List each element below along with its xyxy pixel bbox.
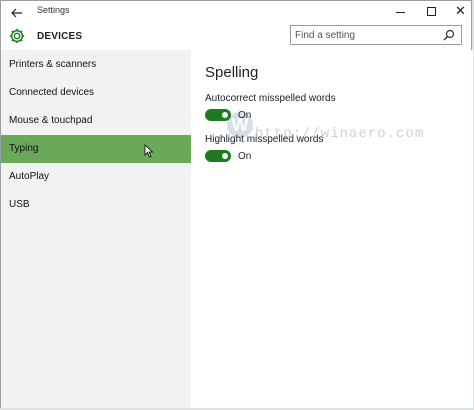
settings-window: Settings ✕ DEVICES Printers <box>0 0 473 408</box>
search-icon[interactable] <box>443 29 455 41</box>
sidebar-item-typing[interactable]: Typing <box>1 135 191 163</box>
maximize-icon <box>427 7 436 16</box>
minimize-button[interactable] <box>387 2 413 22</box>
sidebar-item-usb[interactable]: USB <box>1 191 191 219</box>
toggle-knob <box>222 112 228 118</box>
highlight-toggle[interactable] <box>205 150 231 162</box>
sidebar: Printers & scanners Connected devices Mo… <box>1 50 191 408</box>
mouse-cursor-icon <box>144 144 154 158</box>
autocorrect-toggle[interactable] <box>205 109 231 121</box>
main-content: W http://winaero.com Spelling Autocorrec… <box>191 50 473 408</box>
maximize-button[interactable] <box>418 2 444 22</box>
gear-icon <box>9 28 25 44</box>
sidebar-item-connected-devices[interactable]: Connected devices <box>1 79 191 107</box>
toggle-knob <box>222 153 228 159</box>
page-title: DEVICES <box>37 31 83 42</box>
title-bar: Settings ✕ <box>1 1 471 24</box>
close-icon: ✕ <box>455 3 466 18</box>
search-box[interactable] <box>290 25 462 45</box>
section-heading: Spelling <box>205 64 259 81</box>
window-title: Settings <box>37 5 70 15</box>
back-arrow-icon[interactable] <box>10 4 24 20</box>
sidebar-item-printers-scanners[interactable]: Printers & scanners <box>1 51 191 79</box>
sidebar-item-mouse-touchpad[interactable]: Mouse & touchpad <box>1 107 191 135</box>
autocorrect-state: On <box>238 110 252 121</box>
autocorrect-label: Autocorrect misspelled words <box>205 93 336 104</box>
page-header: DEVICES <box>1 24 471 50</box>
minimize-icon <box>396 12 405 13</box>
highlight-label: Highlight misspelled words <box>205 134 324 145</box>
sidebar-item-autoplay[interactable]: AutoPlay <box>1 163 191 191</box>
search-input[interactable] <box>295 28 435 42</box>
close-button[interactable]: ✕ <box>447 2 473 22</box>
highlight-state: On <box>238 151 252 162</box>
